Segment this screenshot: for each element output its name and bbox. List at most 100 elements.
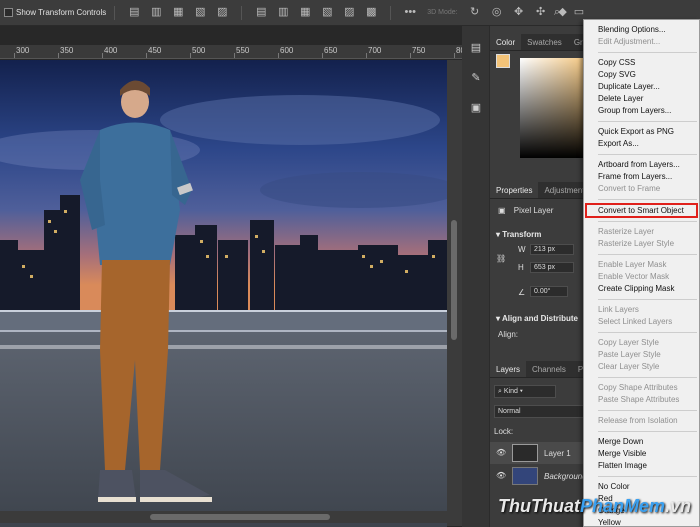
ruler-tick-label: 500 xyxy=(192,46,206,55)
vertical-scrollbar[interactable] xyxy=(447,60,462,526)
more-options-icon[interactable]: ••• xyxy=(403,6,417,20)
menu-item-flatten-image[interactable]: Flatten Image xyxy=(584,460,699,472)
menu-item-paste-layer-style: Paste Layer Style xyxy=(598,350,661,359)
horizontal-scrollbar[interactable] xyxy=(0,511,447,523)
ruler-tick-label: 650 xyxy=(324,46,338,55)
menu-item-enable-layer-mask: Enable Layer Mask xyxy=(598,260,667,269)
menu-item-duplicate-layer[interactable]: Duplicate Layer... xyxy=(584,81,699,93)
menu-item-frame-from-layers[interactable]: Frame from Layers... xyxy=(584,171,699,183)
chevron-down-icon: ▾ xyxy=(496,230,501,239)
align-bottom-icon[interactable]: ▦ xyxy=(171,6,185,20)
menu-item-blending-options[interactable]: Blending Options... xyxy=(584,24,699,36)
angle-icon: ∠ xyxy=(518,288,526,297)
layer-thumbnail xyxy=(512,444,538,462)
divider xyxy=(114,5,116,20)
ruler-tick-label: 300 xyxy=(16,46,30,55)
menu-item-merge-visible[interactable]: Merge Visible xyxy=(584,448,699,460)
panel-icon-strip: ▤ ✎ ▣ xyxy=(462,26,490,527)
brush-settings-icon[interactable]: ✎ xyxy=(468,70,484,86)
tab-color[interactable]: Color xyxy=(490,34,522,50)
blend-mode-select[interactable]: Normal xyxy=(494,405,584,418)
menu-separator xyxy=(598,431,697,432)
menu-separator xyxy=(598,199,697,200)
distribute-bottom-icon[interactable]: ▦ xyxy=(298,6,312,20)
ruler-tick-label: 350 xyxy=(60,46,74,55)
w-label: W xyxy=(518,245,526,254)
menu-item-merge-down[interactable]: Merge Down xyxy=(584,436,699,448)
align-left-icon[interactable]: ▧ xyxy=(193,6,207,20)
menu-item-release-from-isolation: Release from Isolation xyxy=(598,416,678,425)
tab-properties[interactable]: Properties xyxy=(490,182,539,198)
canvas-image[interactable] xyxy=(0,60,447,527)
layer-name: Background xyxy=(544,472,587,481)
options-bar-right: ⌕ ▭ xyxy=(546,5,590,19)
scroll-thumb[interactable] xyxy=(451,220,457,340)
layer-name: Layer 1 xyxy=(544,449,571,458)
search-icon[interactable]: ⌕ xyxy=(550,5,564,19)
width-field[interactable]: 213 px xyxy=(530,244,574,255)
menu-item-delete-layer[interactable]: Delete Layer xyxy=(584,93,699,105)
menu-separator xyxy=(598,410,697,411)
menu-item-rasterize-layer: Rasterize Layer xyxy=(598,227,655,236)
menu-item-group-from-layers[interactable]: Group from Layers... xyxy=(584,105,699,117)
tab-layers[interactable]: Layers xyxy=(490,361,527,377)
menu-item-export-as[interactable]: Export As... xyxy=(584,138,699,150)
ruler-tick-label: 600 xyxy=(280,46,294,55)
align-top-icon[interactable]: ▤ xyxy=(127,6,141,20)
menu-item-copy-svg[interactable]: Copy SVG xyxy=(584,69,699,81)
menu-separator xyxy=(598,52,697,53)
angle-field[interactable]: 0.00° xyxy=(530,286,568,297)
align-heading[interactable]: ▾ Align and Distribute xyxy=(496,314,578,323)
scroll-thumb[interactable] xyxy=(150,514,330,520)
3d-rotate-icon[interactable]: ↻ xyxy=(468,6,482,20)
chevron-down-icon: ▾ xyxy=(519,388,523,395)
distribute-vcenter-icon[interactable]: ▥ xyxy=(276,6,290,20)
distribute-right-icon[interactable]: ▩ xyxy=(364,6,378,20)
menu-item-copy-css[interactable]: Copy CSS xyxy=(584,57,699,69)
menu-item-copy-layer-style: Copy Layer Style xyxy=(598,338,659,347)
menu-item-create-clipping-mask[interactable]: Create Clipping Mask xyxy=(584,283,699,295)
tab-swatches[interactable]: Swatches xyxy=(521,34,568,50)
foreground-color-swatch[interactable] xyxy=(496,54,510,68)
layer-context-menu: Blending Options... Edit Adjustment... Cop… xyxy=(583,19,700,527)
menu-separator xyxy=(598,221,697,222)
show-transform-checkbox[interactable] xyxy=(4,8,13,17)
filter-kind-select[interactable]: ⌕ Kind ▾ xyxy=(494,385,556,398)
align-vcenter-icon[interactable]: ▥ xyxy=(149,6,163,20)
workspace-icon[interactable]: ▭ xyxy=(572,5,586,19)
link-icon[interactable]: ⛓ xyxy=(496,254,506,263)
divider xyxy=(241,5,243,20)
3d-drag-icon[interactable]: ✥ xyxy=(512,6,526,20)
history-icon[interactable]: ▤ xyxy=(468,40,484,56)
menu-item-link-layers: Link Layers xyxy=(598,305,639,314)
color-field[interactable] xyxy=(520,58,590,158)
align-hcenter-icon[interactable]: ▨ xyxy=(215,6,229,20)
menu-separator xyxy=(598,377,697,378)
menu-item-quick-export-as-png[interactable]: Quick Export as PNG xyxy=(584,126,699,138)
menu-item-artboard-from-layers[interactable]: Artboard from Layers... xyxy=(584,159,699,171)
menu-item-yellow[interactable]: Yellow xyxy=(584,517,699,526)
distribute-hcenter-icon[interactable]: ▨ xyxy=(342,6,356,20)
swatch-panel-icon[interactable]: ▣ xyxy=(468,100,484,116)
lock-label: Lock: xyxy=(494,427,514,436)
distribute-top-icon[interactable]: ▤ xyxy=(254,6,268,20)
eye-icon[interactable]: 👁 xyxy=(496,471,506,480)
distribute-left-icon[interactable]: ▧ xyxy=(320,6,334,20)
ruler-tick-label: 750 xyxy=(412,46,426,55)
pixel-layer-label: Pixel Layer xyxy=(513,206,554,215)
menu-item-convert-to-smart-object[interactable]: Convert to Smart Object xyxy=(585,203,698,218)
menu-item-clear-layer-style: Clear Layer Style xyxy=(598,362,660,371)
chevron-down-icon: ▾ xyxy=(496,314,501,323)
menu-separator xyxy=(598,299,697,300)
pixel-layer-row: ▣ Pixel Layer xyxy=(498,206,553,215)
3d-roll-icon[interactable]: ◎ xyxy=(490,6,504,20)
align-label: Align: xyxy=(498,330,519,339)
watermark: ThuThuatPhanMem.vn xyxy=(498,496,692,516)
eye-icon[interactable]: 👁 xyxy=(496,448,506,457)
menu-item-no-color[interactable]: No Color xyxy=(584,481,699,493)
tab-channels[interactable]: Channels xyxy=(526,361,572,377)
transform-heading[interactable]: ▾ Transform xyxy=(496,230,541,239)
height-field[interactable]: 653 px xyxy=(530,262,574,273)
menu-item-edit-adjustment: Edit Adjustment... xyxy=(598,37,661,46)
menu-separator xyxy=(598,154,697,155)
